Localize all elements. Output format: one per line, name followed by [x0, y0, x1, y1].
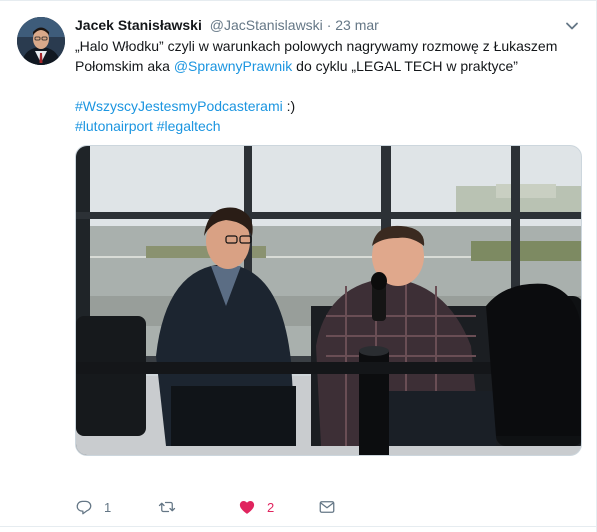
reply-count: 1	[104, 499, 112, 515]
photo-image	[76, 146, 581, 455]
bottom-divider	[0, 526, 597, 527]
envelope-icon	[319, 501, 335, 513]
hashtag-link[interactable]: #lutonairport	[75, 118, 153, 134]
tweet-text-segment: :)	[282, 98, 296, 114]
heart-icon	[239, 501, 255, 514]
top-divider	[0, 0, 597, 1]
tweet-text-line-3: #WszyscyJestesmyPodcasterami :)	[75, 96, 575, 116]
header-separator: ·	[326, 17, 332, 33]
retweet-button[interactable]	[158, 497, 187, 517]
hashtag-link[interactable]: #legaltech	[157, 118, 221, 134]
tweet-text: „Halo Włodku” czyli w warunkach polowych…	[75, 36, 575, 136]
direct-message-button[interactable]	[318, 497, 336, 517]
reply-button[interactable]: 1	[75, 497, 111, 517]
tweet-text-line-2: Połomskim aka @SprawnyPrawnik do cyklu „…	[75, 56, 575, 76]
like-button[interactable]: 2	[238, 497, 274, 517]
retweet-icon	[158, 501, 176, 513]
tweet-text-segment: „Halo Włodku” czyli w warunkach polowych…	[75, 38, 558, 54]
author-name[interactable]: Jacek Stanisławski	[75, 17, 202, 33]
like-count: 2	[267, 499, 275, 515]
author-handle[interactable]: @JacStanislawski	[210, 17, 323, 33]
tweet-date[interactable]: 23 mar	[335, 17, 379, 33]
chevron-down-icon[interactable]	[564, 18, 580, 34]
tweet-text-line-4: #lutonairport #legaltech	[75, 116, 575, 136]
hashtag-link[interactable]: #WszyscyJestesmyPodcasterami	[75, 98, 283, 114]
tweet-text-line-1: „Halo Włodku” czyli w warunkach polowych…	[75, 36, 575, 56]
reply-icon	[76, 500, 92, 515]
tweet-photo[interactable]	[75, 145, 582, 456]
tweet-header: Jacek Stanisławski @JacStanislawski · 23…	[75, 16, 379, 34]
mention-link[interactable]: @SprawnyPrawnik	[174, 58, 292, 74]
avatar[interactable]	[17, 17, 65, 65]
tweet-text-segment: do cyklu „LEGAL TECH w praktyce”	[292, 58, 518, 74]
avatar-image	[17, 17, 65, 65]
tweet-text-segment: Połomskim aka	[75, 58, 174, 74]
